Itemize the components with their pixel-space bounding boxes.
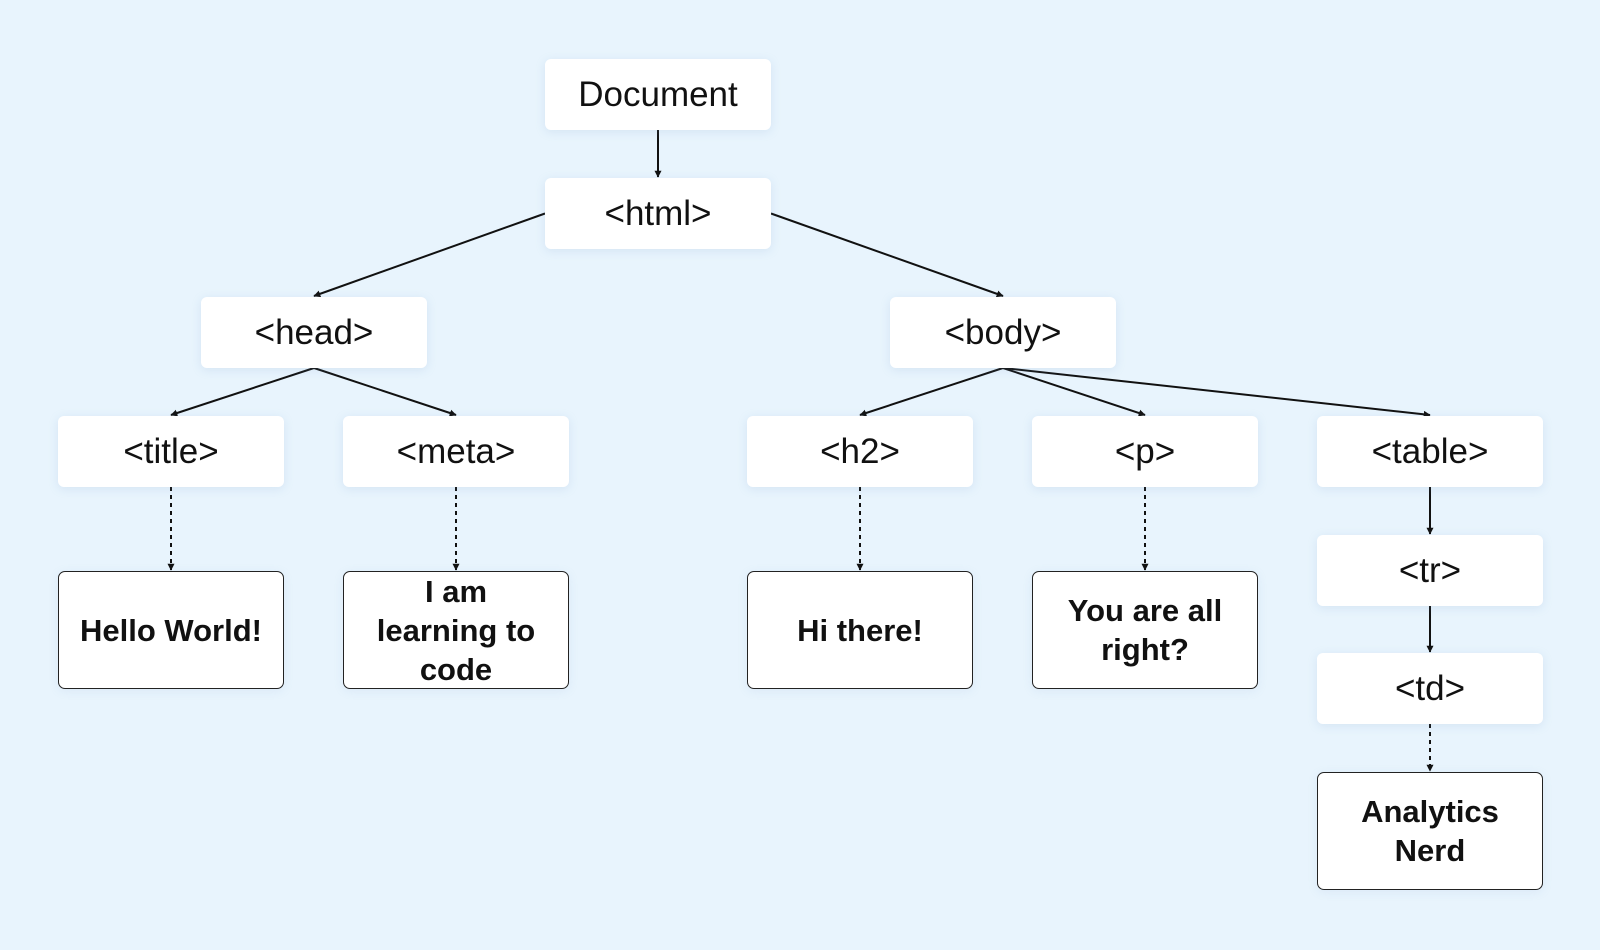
node-table: <table> [1317,416,1543,487]
edge-body-to-h2 [859,367,1004,417]
text-node-you-are-all-right: You are all right? [1032,571,1258,689]
node-meta: <meta> [343,416,569,487]
edge-body-to-table [1002,367,1431,418]
node-body: <body> [890,297,1116,368]
text-node-hello-world: Hello World! [58,571,284,689]
edge-html-to-body [770,212,1004,298]
node-td: <td> [1317,653,1543,724]
node-head: <head> [201,297,427,368]
node-tr: <tr> [1317,535,1543,606]
node-title: <title> [58,416,284,487]
edge-head-to-title [170,367,315,417]
text-node-hi-there: Hi there! [747,571,973,689]
node-html: <html> [545,178,771,249]
text-node-analytics-nerd: Analytics Nerd [1317,772,1543,890]
dom-tree-diagram: Document <html> <head> <body> <title> <m… [0,0,1600,950]
edge-html-to-head [313,212,546,298]
edge-head-to-meta [313,367,457,417]
node-h2: <h2> [747,416,973,487]
node-p: <p> [1032,416,1258,487]
node-document: Document [545,59,771,130]
text-node-learning-to-code: I am learning to code [343,571,569,689]
